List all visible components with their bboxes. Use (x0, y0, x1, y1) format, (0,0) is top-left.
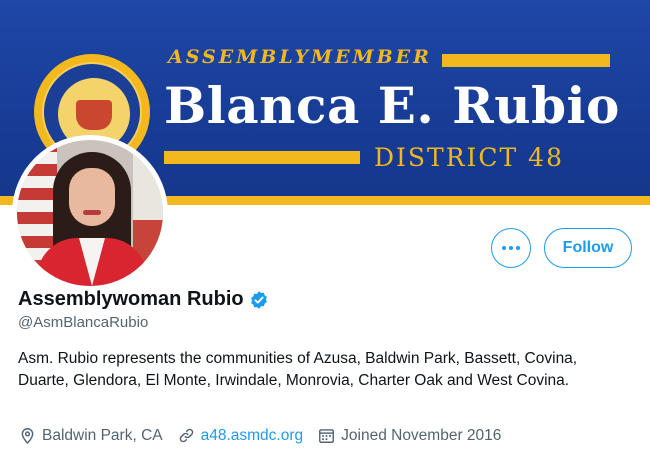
verified-badge-icon (250, 290, 267, 309)
more-icon-dot (509, 246, 513, 250)
profile-bio: Asm. Rubio represents the communities of… (18, 350, 578, 389)
banner-kicker: ASSEMBLYMEMBER (168, 46, 432, 68)
link-icon (179, 428, 193, 443)
joined-item: Joined November 2016 (317, 426, 501, 445)
website-item[interactable]: a48.asmdc.org (177, 426, 304, 445)
location-text: Baldwin Park, CA (42, 426, 163, 444)
more-options-button[interactable] (491, 228, 531, 268)
banner-kicker-bar (442, 54, 610, 67)
website-link[interactable]: a48.asmdc.org (201, 427, 304, 445)
follow-button[interactable]: Follow (544, 228, 632, 268)
location-pin-icon (21, 428, 34, 445)
location-item: Baldwin Park, CA (18, 426, 163, 445)
more-icon-dot (516, 246, 520, 250)
banner-name: Blanca E. Rubio (164, 76, 620, 135)
banner-district: DISTRICT 48 (374, 143, 564, 172)
avatar[interactable] (12, 135, 168, 291)
display-name-text: Assemblywoman Rubio (18, 288, 244, 310)
joined-text: Joined November 2016 (341, 426, 502, 444)
profile-meta-row: Baldwin Park, CA a48.asmdc.org Joined No… (18, 426, 515, 445)
calendar-icon (319, 429, 335, 443)
profile-display-name: Assemblywoman Rubio (18, 288, 269, 311)
banner-district-bar (164, 151, 360, 164)
more-icon (502, 246, 506, 250)
profile-handle: @AsmBlancaRubio (18, 314, 149, 331)
avatar-photo (17, 140, 163, 286)
